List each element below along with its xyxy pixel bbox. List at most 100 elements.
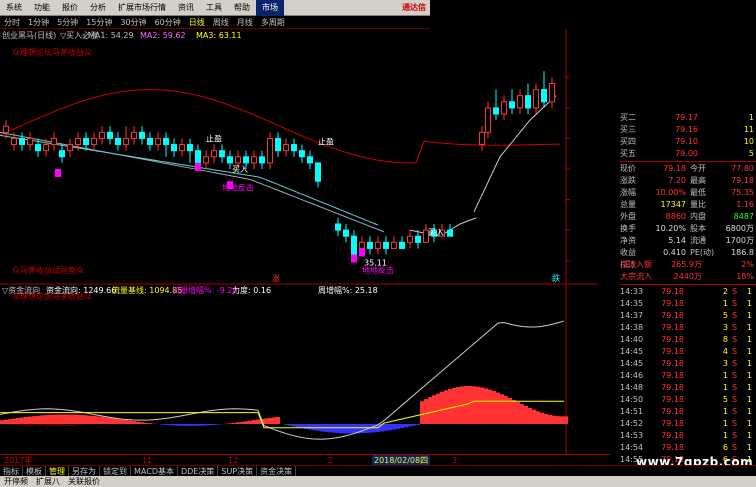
indicator-tab-1[interactable]: 模板 — [23, 466, 46, 476]
flow-bar — [388, 424, 392, 431]
menu-item-1[interactable]: 功能 — [28, 0, 56, 16]
indicator-tab-5[interactable]: MACD基本 — [131, 466, 178, 476]
flow-bar — [344, 424, 348, 434]
flow-weekly: 周增幅%: 25.18 — [318, 285, 378, 295]
ask-price: 79.00 — [675, 149, 698, 158]
flow-bar — [492, 390, 496, 424]
tick-side: S — [732, 431, 738, 440]
tick-volume: 5 — [722, 395, 728, 404]
flow-bar — [484, 388, 488, 424]
status-item-1[interactable]: 扩展八 — [32, 476, 64, 487]
flow-bar — [472, 386, 476, 424]
tick-price: 79.18 — [661, 347, 684, 356]
indicator-tab-4[interactable]: 锁定到 — [100, 466, 131, 476]
tick-side: S — [732, 299, 738, 308]
menu-item-7[interactable]: 帮助 — [228, 0, 256, 16]
flow-bar — [284, 424, 288, 425]
flow-bar — [544, 413, 548, 424]
indicator-tab-6[interactable]: DDE决策 — [178, 466, 219, 476]
stat-label: 总量 — [620, 200, 636, 209]
flow-bar — [180, 424, 184, 426]
ask-label: 买二 — [620, 113, 636, 122]
tick-row: 14:33 79.18 2 S 1 — [620, 286, 756, 298]
flow-bar — [4, 419, 8, 424]
tick-row: 14:51 79.18 1 S 1 — [620, 406, 756, 418]
period-toolbar: 分时 1分钟 5分钟 15分钟 30分钟 60分钟 日线 周线 月线 多周期 — [0, 16, 430, 29]
tick-row: 14:38 79.18 3 S 1 — [620, 322, 756, 334]
period-tab-6[interactable]: 日线 — [185, 17, 209, 28]
flow-bar — [488, 389, 492, 424]
quote-panel: 买二 79.17 1 买三 79.16 11 买四 79.10 10 买五 79.00 5 现价 79.1… — [620, 112, 756, 464]
flow-bar — [208, 424, 212, 426]
period-tab-7[interactable]: 周线 — [209, 17, 233, 28]
flow-bar — [228, 423, 232, 424]
period-tab-8[interactable]: 月线 — [233, 17, 257, 28]
tick-price: 79.18 — [661, 323, 684, 332]
stat-value: 5.14 — [668, 236, 686, 245]
tick-volume: 3 — [722, 323, 728, 332]
flow-bar — [556, 416, 560, 424]
period-tab-4[interactable]: 30分钟 — [116, 17, 150, 28]
indicator-tab-2[interactable]: 管理 — [46, 466, 69, 476]
flow-bar — [512, 400, 516, 424]
tick-count: 1 — [746, 395, 752, 404]
stat-label-2: 最低 — [690, 188, 706, 197]
flow-bar — [112, 418, 116, 424]
tick-price: 79.18 — [661, 299, 684, 308]
tick-price: 79.18 — [661, 395, 684, 404]
flow-bar — [444, 390, 448, 424]
period-tab-5[interactable]: 60分钟 — [151, 17, 185, 28]
tick-volume: 1 — [722, 371, 728, 380]
status-item-2[interactable]: 关联报价 — [64, 476, 104, 487]
ask-label: 买四 — [620, 137, 636, 146]
flow-bar — [168, 424, 172, 426]
indicator-tab-8[interactable]: 资金决策 — [257, 466, 297, 476]
period-tab-9[interactable]: 多周期 — [257, 17, 289, 28]
flow-bar — [384, 424, 388, 431]
menu-item-4[interactable]: 扩展市场行情 — [112, 0, 172, 16]
flow-bar — [56, 414, 60, 424]
tick-count: 1 — [746, 299, 752, 308]
flow-bar — [52, 414, 56, 424]
period-tab-2[interactable]: 5分钟 — [53, 17, 82, 28]
indicator-tab-0[interactable]: 指标 — [0, 466, 23, 476]
flow-bar — [524, 406, 528, 424]
flow-bar — [132, 421, 136, 424]
tick-price: 79.18 — [661, 371, 684, 380]
ask-row: 买四 79.10 10 — [620, 136, 756, 148]
flow-bar — [80, 415, 84, 424]
tick-time: 14:54 — [620, 443, 644, 452]
flow-pct: 2% — [741, 260, 754, 269]
tick-time: 14:45 — [620, 347, 644, 356]
indicator-tab-7[interactable]: SUP决策 — [218, 466, 258, 476]
candle-body — [541, 89, 547, 103]
period-tab-1[interactable]: 1分钟 — [24, 17, 53, 28]
flow-pct: 18% — [736, 272, 754, 281]
period-tab-3[interactable]: 15分钟 — [82, 17, 116, 28]
status-item-0[interactable]: 开停频 — [0, 476, 32, 487]
candle-body — [195, 150, 201, 164]
flow-bar — [392, 424, 396, 430]
menu-item-0[interactable]: 系统 — [0, 0, 28, 16]
watermark-top: 众理想论坛马茅收益众 — [12, 47, 92, 57]
tick-count: 1 — [746, 383, 752, 392]
ask-price: 79.10 — [675, 137, 698, 146]
menu-item-8[interactable]: 市场 — [256, 0, 284, 16]
menu-item-3[interactable]: 分析 — [84, 0, 112, 16]
menu-item-5[interactable]: 资讯 — [172, 0, 200, 16]
tick-side: S — [732, 371, 738, 380]
flow-bar — [496, 392, 500, 424]
stat-value: 7.20 — [668, 176, 686, 185]
indicator-tab-3[interactable]: 另存为 — [69, 466, 100, 476]
candle-body — [291, 144, 297, 152]
flow-bar — [256, 419, 260, 424]
kline-chart[interactable]: 创业黑马(日线) ▽买入必涨MA1: 54.29 MA2: 59.62 MA3: 63… — [0, 29, 598, 454]
stat-label-2: 流通 — [690, 236, 706, 245]
flow-bar — [60, 414, 64, 424]
menu-item-2[interactable]: 报价 — [56, 0, 84, 16]
annot-buy-2: 买入 — [428, 228, 444, 237]
period-tab-0[interactable]: 分时 — [0, 17, 24, 28]
menu-item-6[interactable]: 工具 — [200, 0, 228, 16]
candle-body — [115, 137, 121, 146]
ask-row: 买三 79.16 11 — [620, 124, 756, 136]
